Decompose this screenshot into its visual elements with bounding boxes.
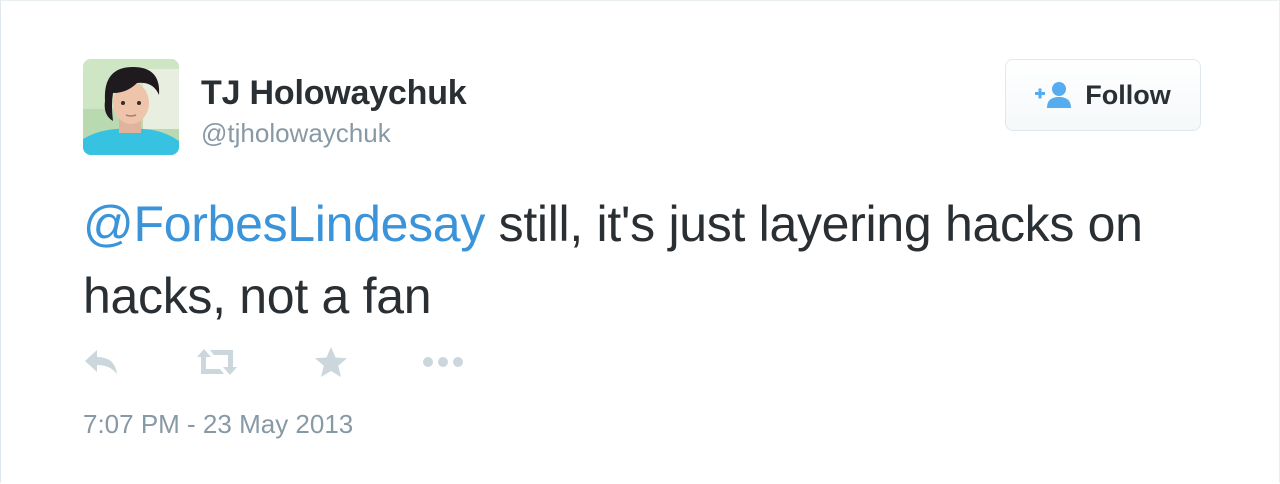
reply-button[interactable]	[83, 342, 123, 382]
avatar[interactable]	[83, 59, 179, 155]
avatar-image	[83, 59, 179, 155]
more-dots-icon	[423, 357, 463, 367]
follow-button-label: Follow	[1085, 79, 1171, 110]
add-user-icon	[1035, 81, 1075, 109]
user-handle[interactable]: @tjholowaychuk	[201, 118, 391, 149]
mention-link[interactable]: @ForbesLindesay	[83, 196, 485, 252]
reply-icon	[85, 350, 117, 374]
retweet-icon	[197, 349, 237, 375]
tweet-text: @ForbesLindesay still, it's just layerin…	[83, 188, 1213, 332]
display-name[interactable]: TJ Holowaychuk	[201, 74, 467, 113]
retweet-button[interactable]	[196, 342, 240, 382]
more-button[interactable]	[422, 342, 466, 382]
favorite-star-icon	[315, 347, 347, 377]
follow-button[interactable]: Follow	[1005, 59, 1201, 131]
favorite-button[interactable]	[314, 342, 350, 382]
tweet-timestamp[interactable]: 7:07 PM - 23 May 2013	[83, 409, 353, 440]
tweet-card: TJ Holowaychuk @tjholowaychuk Follow @Fo…	[0, 0, 1280, 483]
